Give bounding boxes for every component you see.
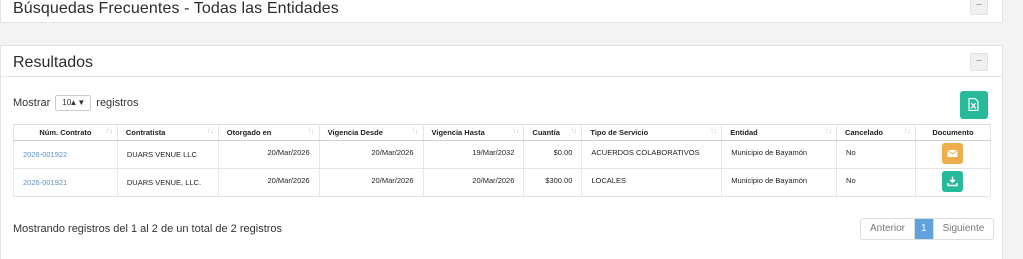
column-header[interactable]: Vigencia Hasta ↑↓ [423, 124, 525, 141]
download-icon [947, 176, 959, 187]
entity-cell: Municipio de Bayamón [721, 168, 838, 197]
length-prefix: Mostrar [13, 97, 51, 109]
service-type-cell: ACUERDOS COLABORATIVOS [581, 140, 723, 169]
contract-link[interactable]: 2026-001921 [23, 178, 67, 187]
table-row: 2026-001921 DUARS VENUE, LLC. 20/Mar/202… [13, 168, 992, 197]
valid-until-cell: 19/Mar/2032 [423, 140, 525, 169]
granted-cell: 20/Mar/2026 [218, 140, 320, 169]
service-type-cell: LOCALES [581, 168, 723, 197]
sort-icon: ↑↓ [570, 128, 578, 135]
contractor-cell: DUARS VENUE LLC [117, 140, 219, 169]
cancelled-cell: No [836, 140, 916, 169]
column-header[interactable]: Cuantía ↑↓ [523, 124, 583, 141]
sort-icon: ↑↓ [105, 128, 113, 135]
valid-until-cell: 20/Mar/2026 [423, 168, 525, 197]
frequent-searches-panel: Búsquedas Frecuentes - Todas las Entidad… [0, 0, 1003, 23]
sort-icon: ↑↓ [903, 128, 911, 135]
pagination: Anterior 1 Siguiente [860, 218, 995, 240]
sort-icon: ↑↓ [512, 128, 520, 135]
sort-icon: ↑↓ [307, 128, 315, 135]
envelope-icon [947, 149, 959, 157]
column-header: Documento [915, 124, 992, 141]
cancelled-cell: No [836, 168, 916, 197]
column-header[interactable]: Núm. Contrato ↑↓ [13, 124, 118, 141]
sort-icon: ↑↓ [825, 128, 833, 135]
column-header[interactable]: Vigencia Desde ↑↓ [319, 124, 424, 141]
page-1-button[interactable]: 1 [915, 219, 933, 239]
contract-link[interactable]: 2026-001922 [23, 150, 67, 159]
sort-icon: ↑↓ [710, 128, 718, 135]
previous-page-button[interactable]: Anterior [861, 219, 916, 239]
sort-icon: ↑↓ [411, 128, 419, 135]
results-panel: Resultados − Mostrar 10 ▲▼ registros Núm… [0, 45, 1003, 259]
results-header: Resultados − [1, 46, 1002, 77]
amount-cell: $0.00 [523, 140, 583, 169]
results-collapse-button[interactable]: − [970, 53, 988, 71]
table-info: Mostrando registros del 1 al 2 de un tot… [13, 223, 283, 235]
length-suffix: registros [96, 97, 139, 109]
granted-cell: 20/Mar/2026 [218, 168, 320, 197]
collapse-button[interactable]: − [970, 0, 988, 15]
valid-from-cell: 20/Mar/2026 [319, 140, 424, 169]
page-length-control: Mostrar 10 ▲▼ registros [13, 95, 138, 111]
sort-arrows-icon: ▲▼ [69, 98, 86, 107]
column-header[interactable]: Tipo de Servicio ↑↓ [581, 124, 723, 141]
contractor-cell: DUARS VENUE, LLC. [117, 168, 219, 197]
amount-cell: $300.00 [523, 168, 583, 197]
sort-icon: ↑↓ [206, 128, 214, 135]
results-title: Resultados [13, 54, 94, 71]
results-table: Núm. Contrato ↑↓ Contratista ↑↓ Otorgado e… [13, 124, 992, 197]
page-length-select[interactable]: 10 ▲▼ [55, 95, 92, 111]
table-row: 2026-001922 DUARS VENUE LLC 20/Mar/2026 … [13, 140, 992, 169]
column-header[interactable]: Otorgado en ↑↓ [218, 124, 320, 141]
column-header[interactable]: Contratista ↑↓ [117, 124, 219, 141]
table-header-row: Núm. Contrato ↑↓ Contratista ↑↓ Otorgado e… [13, 124, 992, 141]
file-excel-icon [968, 98, 979, 111]
valid-from-cell: 20/Mar/2026 [319, 168, 424, 197]
column-header[interactable]: Entidad ↑↓ [721, 124, 838, 141]
next-page-button[interactable]: Siguiente [932, 219, 994, 239]
document-email-button[interactable] [942, 143, 964, 164]
panel-title: Búsquedas Frecuentes - Todas las Entidad… [13, 0, 339, 17]
entity-cell: Municipio de Bayamón [721, 140, 838, 169]
column-header[interactable]: Cancelado ↑↓ [836, 124, 916, 141]
export-excel-button[interactable] [960, 91, 988, 119]
document-download-button[interactable] [942, 171, 964, 192]
